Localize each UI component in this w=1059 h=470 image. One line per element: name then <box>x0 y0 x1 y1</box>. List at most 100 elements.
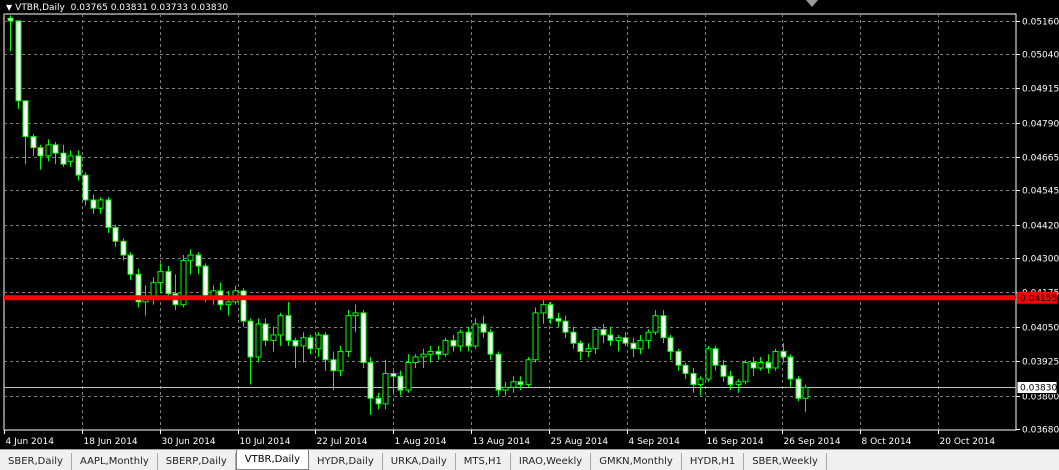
chart-header: ▼ VTBR,Daily 0.03765 0.03831 0.03733 0.03… <box>6 3 228 13</box>
candle-body-down <box>112 227 119 242</box>
dropdown-triangle-icon[interactable]: ▼ <box>6 3 12 12</box>
candle-body-down <box>30 136 37 149</box>
chart-canvas[interactable]: 0.05160 0.05040 0.04915 0.04790 0.04665 0.045… <box>0 0 1059 449</box>
candle-body-down <box>720 364 727 377</box>
candle-body-up <box>405 362 412 391</box>
candle-body-down <box>435 350 442 355</box>
x-tick-label: 4 Jun 2014 <box>6 437 55 447</box>
tab-hydr-daily[interactable]: HYDR,Daily <box>309 453 383 470</box>
candle-body-down <box>660 315 667 339</box>
plot-frame <box>3 13 1017 431</box>
candle-body-down <box>727 375 734 386</box>
candle-body-down <box>682 364 689 375</box>
candle-body-down <box>487 331 494 355</box>
candle-body-down <box>247 320 254 358</box>
candle-body-down <box>292 339 299 347</box>
candle-body-down <box>547 304 554 319</box>
tab-urka-daily[interactable]: URKA,Daily <box>383 453 456 470</box>
candle-body-down <box>375 397 382 405</box>
tab-irao-weekly[interactable]: IRAO,Weekly <box>511 453 592 470</box>
candle-body-down <box>765 362 772 369</box>
candle-body-up <box>772 350 779 369</box>
candle-body-up <box>345 315 352 352</box>
ohlc-label: 0.03765 0.03831 0.03733 0.03830 <box>70 3 229 13</box>
tab-sber-daily[interactable]: SBER,Daily <box>0 453 72 470</box>
candle-body-up <box>697 378 704 386</box>
candle-body-up <box>615 337 622 341</box>
candle-body-up <box>585 348 592 352</box>
candle-body-down <box>367 362 374 399</box>
x-tick-label: 8 Oct 2014 <box>862 437 912 447</box>
y-tick-label: 0.03680 <box>1022 426 1059 436</box>
candle-body-up <box>67 155 74 162</box>
candle-body-down <box>570 331 577 344</box>
candle-body-down <box>690 373 697 386</box>
candle-body-up <box>382 373 389 405</box>
candle-body-down <box>22 100 29 138</box>
y-tick-label: 0.05040 <box>1022 51 1059 61</box>
x-tick-label: 30 Jun 2014 <box>162 437 216 447</box>
price-chart[interactable]: 0.05160 0.05040 0.04915 0.04790 0.04665 0.045… <box>0 0 1059 449</box>
candle-body-down <box>15 20 22 102</box>
candle-body-down <box>555 317 562 322</box>
x-tick-label: 25 Aug 2014 <box>551 437 609 447</box>
symbol-label: VTBR,Daily <box>15 3 65 13</box>
candle-body-down <box>795 378 802 399</box>
candle-body-down <box>495 353 502 391</box>
candle-body-down <box>120 240 127 256</box>
tab-vtbr-daily[interactable]: VTBR,Daily <box>235 450 309 470</box>
y-tick-label: 0.05160 <box>1022 18 1059 28</box>
candle-body-up <box>502 386 509 391</box>
candle-body-up <box>45 144 52 157</box>
x-tick-label: 16 Sep 2014 <box>707 437 764 447</box>
candle-body-up <box>225 301 232 306</box>
candle-body-down <box>330 359 337 372</box>
x-tick-label: 26 Sep 2014 <box>784 437 841 447</box>
tab-hydr-h1[interactable]: HYDR,H1 <box>682 453 745 470</box>
candle-body-up <box>427 350 434 355</box>
candle-body-down <box>607 334 614 341</box>
tab-sber-weekly[interactable]: SBER,Weekly <box>744 453 827 470</box>
candle-body-down <box>37 147 44 157</box>
candle-body-up <box>705 348 712 380</box>
candle-body-down <box>390 373 397 377</box>
candle-body-up <box>150 282 157 297</box>
candle-body-down <box>127 254 134 275</box>
y-tick-label: 0.04050 <box>1022 324 1059 334</box>
candle-body-up <box>187 254 194 262</box>
tab-aapl-monthly[interactable]: AAPL,Monthly <box>72 453 158 470</box>
x-tick-label: 10 Jul 2014 <box>240 437 291 447</box>
candle-body-up <box>645 331 652 341</box>
candle-body-down <box>600 328 607 336</box>
last-price-label: 0.03830 <box>1020 384 1057 394</box>
candle-body-up <box>735 381 742 386</box>
candle-body-up <box>255 323 262 358</box>
candle-body-down <box>7 17 14 22</box>
candle-body-up <box>420 353 427 358</box>
y-tick-label: 0.04790 <box>1022 120 1059 130</box>
candle-body-down <box>397 375 404 391</box>
candle-body-up <box>270 334 277 341</box>
y-tick-label: 0.04665 <box>1022 154 1059 164</box>
candle-body-down <box>285 315 292 341</box>
candle-body-down <box>675 350 682 366</box>
y-tick-label: 0.04300 <box>1022 255 1059 265</box>
candle-body-up <box>337 350 344 372</box>
y-tick-label: 0.03925 <box>1022 358 1059 368</box>
candle-body-up <box>157 271 164 284</box>
candle-body-down <box>517 381 524 386</box>
candle-body-up <box>97 199 104 209</box>
y-tick-label: 0.04915 <box>1022 85 1059 95</box>
candle-body-down <box>262 323 269 341</box>
candle-body-up <box>532 312 539 361</box>
candle-body-down <box>322 334 329 361</box>
candle-body-down <box>622 337 629 344</box>
candle-body-down <box>90 199 97 209</box>
candle-body-down <box>82 174 89 201</box>
candle-body-up <box>315 334 322 350</box>
tab-gmkn-monthly[interactable]: GMKN,Monthly <box>591 453 682 470</box>
candle-body-up <box>652 315 659 333</box>
tab-mts-h1[interactable]: MTS,H1 <box>456 453 511 470</box>
candle-body-down <box>450 339 457 347</box>
tab-sberp-daily[interactable]: SBERP,Daily <box>158 453 236 470</box>
